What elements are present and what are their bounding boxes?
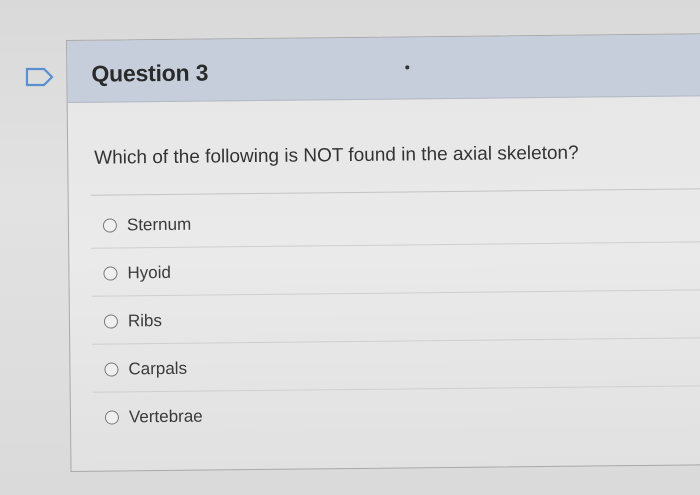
- option-vertebrae[interactable]: Vertebrae: [93, 386, 700, 440]
- question-title: Question 3: [91, 59, 209, 87]
- radio-button[interactable]: [103, 266, 118, 281]
- radio-button[interactable]: [102, 218, 118, 233]
- option-label: Hyoid: [127, 262, 172, 283]
- option-label: Vertebrae: [128, 406, 203, 427]
- question-card: Question 3 Which of the following is NOT…: [66, 33, 700, 472]
- option-label: Carpals: [128, 358, 188, 379]
- header-dot: [405, 65, 410, 70]
- answer-options: Sternum Hyoid Ribs Carpals Vertebrae: [90, 194, 700, 440]
- flag-icon[interactable]: [24, 66, 56, 88]
- option-ribs[interactable]: Ribs: [91, 290, 700, 345]
- option-carpals[interactable]: Carpals: [92, 338, 700, 393]
- question-prompt: Which of the following is NOT found in t…: [94, 142, 579, 169]
- radio-button[interactable]: [104, 410, 120, 425]
- question-header: Question 3: [67, 34, 700, 103]
- radio-button[interactable]: [103, 314, 119, 329]
- radio-button[interactable]: [104, 362, 119, 377]
- option-label: Sternum: [126, 214, 192, 235]
- option-label: Ribs: [127, 311, 163, 331]
- option-hyoid[interactable]: Hyoid: [91, 242, 700, 297]
- option-sternum[interactable]: Sternum: [90, 194, 700, 249]
